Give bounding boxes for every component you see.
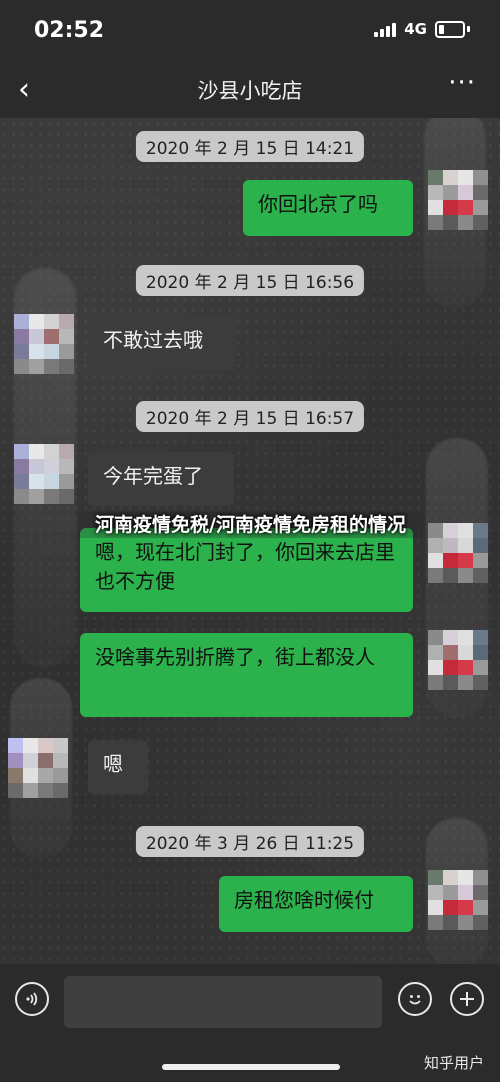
home-indicator[interactable] bbox=[162, 1064, 340, 1070]
message-bubble-outgoing[interactable]: 房租您啥时候付 bbox=[219, 876, 413, 932]
overlay-caption: 河南疫情免税/河南疫情免房租的情况 bbox=[78, 512, 423, 538]
battery-cap bbox=[467, 26, 470, 32]
chat-title: 沙县小吃店 bbox=[197, 79, 303, 103]
more-icon[interactable]: ··· bbox=[448, 68, 476, 98]
avatar[interactable] bbox=[14, 314, 74, 374]
avatar[interactable] bbox=[428, 630, 488, 690]
input-bar bbox=[0, 964, 500, 1046]
message-bubble-outgoing[interactable]: 嗯，现在北门封了，你回来去店里也不方便 bbox=[80, 528, 413, 612]
battery-icon bbox=[435, 20, 465, 38]
message-bubble-incoming[interactable]: 嗯 bbox=[88, 740, 148, 794]
emoji-icon[interactable] bbox=[398, 982, 432, 1016]
timestamp: 2020 年 3 月 26 日 11:25 bbox=[135, 826, 365, 857]
message-bubble-outgoing[interactable]: 没啥事先别折腾了，街上都没人 bbox=[80, 633, 413, 717]
status-indicators: 4G bbox=[374, 20, 470, 38]
timestamp: 2020 年 2 月 15 日 16:57 bbox=[135, 401, 365, 432]
message-input[interactable] bbox=[64, 976, 382, 1028]
timestamp: 2020 年 2 月 15 日 16:56 bbox=[135, 265, 365, 296]
bottom-bar: 知乎用户 bbox=[0, 1046, 500, 1082]
avatar[interactable] bbox=[8, 738, 68, 798]
watermark: 知乎用户 bbox=[423, 1054, 484, 1072]
network-type: 4G bbox=[404, 20, 427, 38]
status-time: 02:52 bbox=[34, 18, 105, 43]
voice-waves-glyph bbox=[26, 992, 38, 1006]
avatar[interactable] bbox=[428, 523, 488, 583]
avatar[interactable] bbox=[428, 870, 488, 930]
voice-icon[interactable] bbox=[15, 982, 49, 1016]
message-bubble-incoming[interactable]: 不敢过去哦 bbox=[88, 316, 236, 370]
plus-glyph bbox=[460, 992, 474, 1006]
avatar[interactable] bbox=[14, 444, 74, 504]
timestamp: 2020 年 2 月 15 日 14:21 bbox=[135, 131, 365, 162]
add-icon[interactable] bbox=[450, 982, 484, 1016]
status-bar: 02:52 4G bbox=[0, 0, 500, 60]
nav-bar: ‹ 沙县小吃店 ··· bbox=[0, 60, 500, 118]
chat-area[interactable]: 2020 年 2 月 15 日 14:21 你回北京了吗 2020 年 2 月 … bbox=[0, 118, 500, 964]
message-bubble-incoming[interactable]: 今年完蛋了 bbox=[88, 452, 234, 506]
signal-icon bbox=[374, 21, 397, 37]
smiley-glyph bbox=[409, 995, 421, 1005]
avatar[interactable] bbox=[428, 170, 488, 230]
message-bubble-outgoing[interactable]: 你回北京了吗 bbox=[243, 180, 413, 236]
